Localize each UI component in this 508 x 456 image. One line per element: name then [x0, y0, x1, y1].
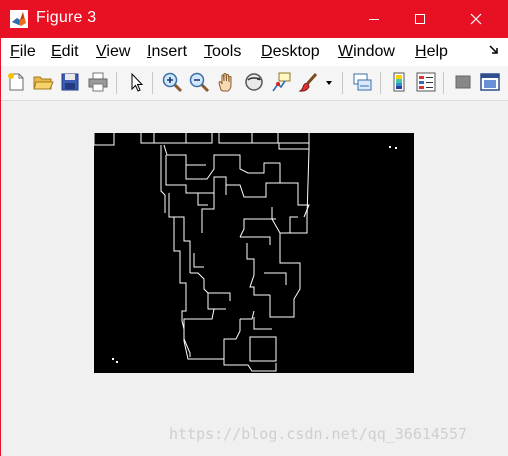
menu-window[interactable]: Window — [338, 43, 395, 61]
edge-map-graphic — [94, 133, 397, 372]
data-cursor-button[interactable] — [270, 71, 292, 93]
colorbar-icon — [393, 72, 405, 92]
toolbar-separator — [380, 72, 381, 94]
close-button[interactable] — [449, 0, 503, 38]
watermark-text: https://blog.csdn.net/qq_36614557 — [169, 425, 468, 443]
link-plot-icon — [353, 73, 372, 91]
rotate-3d-icon — [245, 73, 263, 91]
menu-tools[interactable]: Tools — [204, 43, 241, 61]
brush-dropdown-button[interactable] — [323, 71, 335, 93]
toolbar-separator — [152, 72, 153, 94]
figure-canvas: https://blog.csdn.net/qq_36614557 — [1, 101, 508, 456]
toolbar — [1, 66, 508, 101]
pointer-icon — [131, 72, 144, 92]
open-file-icon — [33, 76, 54, 90]
close-icon — [470, 13, 482, 25]
zoom-in-button[interactable] — [161, 71, 183, 93]
matlab-logo-icon — [10, 10, 28, 28]
show-plot-tools-icon — [480, 73, 500, 91]
menu-bar: File Edit View Insert Tools Desktop Wind… — [1, 38, 508, 66]
colorbar-button[interactable] — [388, 71, 410, 93]
hide-plot-tools-button[interactable] — [452, 71, 474, 93]
menu-edit[interactable]: Edit — [51, 43, 79, 61]
select-pointer-button[interactable] — [125, 71, 147, 93]
menu-desktop[interactable]: Desktop — [261, 43, 320, 61]
new-figure-icon — [8, 73, 24, 91]
zoom-out-icon — [189, 72, 210, 93]
rotate-3d-button[interactable] — [243, 71, 265, 93]
pan-button[interactable] — [215, 71, 237, 93]
hide-plot-tools-icon — [455, 75, 471, 89]
zoom-out-button[interactable] — [188, 71, 210, 93]
menu-file[interactable]: File — [10, 43, 36, 61]
link-plot-button[interactable] — [351, 71, 373, 93]
data-cursor-icon — [272, 72, 291, 92]
brush-icon — [298, 73, 318, 92]
edge-detection-image[interactable] — [94, 133, 414, 373]
title-bar[interactable]: Figure 3 — [1, 0, 508, 38]
legend-button[interactable] — [415, 71, 437, 93]
menu-view[interactable]: View — [96, 43, 130, 61]
pan-hand-icon — [218, 73, 232, 92]
new-figure-button[interactable] — [5, 71, 27, 93]
save-button[interactable] — [59, 71, 81, 93]
print-button[interactable] — [87, 71, 109, 93]
maximize-icon — [415, 14, 425, 24]
window-title: Figure 3 — [36, 9, 97, 26]
print-icon — [88, 72, 108, 92]
dock-arrow-icon[interactable] — [489, 44, 499, 56]
zoom-in-icon — [162, 72, 183, 93]
figure-window: Figure 3 File Edit View Insert Tools Des… — [0, 0, 508, 456]
toolbar-separator — [342, 72, 343, 94]
menu-help[interactable]: Help — [415, 43, 448, 61]
open-file-button[interactable] — [32, 71, 54, 93]
show-plot-tools-button[interactable] — [479, 71, 501, 93]
brush-button[interactable] — [298, 71, 320, 93]
toolbar-separator — [443, 72, 444, 94]
legend-icon — [416, 72, 436, 92]
dropdown-arrow-icon — [326, 81, 332, 85]
maximize-button[interactable] — [393, 0, 447, 38]
minimize-icon — [369, 19, 379, 20]
menu-insert[interactable]: Insert — [147, 43, 187, 61]
toolbar-separator — [116, 72, 117, 94]
save-icon — [61, 73, 79, 91]
